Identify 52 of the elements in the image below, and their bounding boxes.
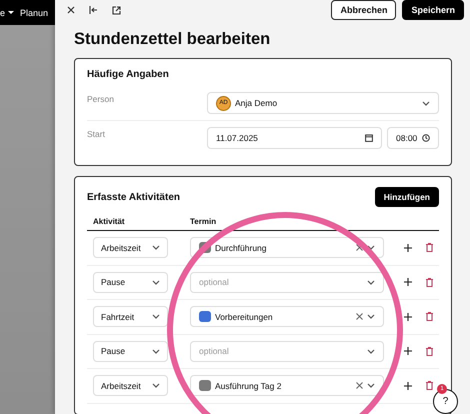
activity-select[interactable]: Pause [93,272,168,293]
chevron-icon [152,383,160,388]
field-label: Start [87,128,106,139]
appointment-select[interactable]: Ausführung Tag 2 [190,375,384,396]
chevron-icon [152,314,160,320]
trash-icon[interactable] [426,381,433,390]
activity-select[interactable]: Fahrtzeit [93,306,168,328]
nav-item[interactable]: Planun [20,8,48,18]
activity-select[interactable]: Arbeitszeit [93,375,168,396]
trash-icon[interactable] [426,312,433,322]
field-label: Person [87,93,115,104]
external-link-icon[interactable] [112,6,121,14]
chevron-icon [152,280,160,285]
plus-icon[interactable] [404,312,412,321]
column-header: Termin [190,217,216,226]
collapse-icon[interactable] [89,6,98,14]
clear-icon[interactable] [356,382,363,390]
clear-icon[interactable] [356,313,363,320]
trash-icon[interactable] [426,278,433,287]
column-header: Aktivität [93,217,126,226]
plus-icon[interactable] [404,382,412,390]
clear-icon[interactable] [356,244,363,252]
appointment-select[interactable]: Durchführung [190,237,384,258]
nav-item[interactable]: e [0,8,14,18]
add-button[interactable]: Hinzufügen [374,187,439,207]
section-heading: Häufige Angaben [87,69,170,80]
section-heading: Erfasste Aktivitäten [87,192,180,202]
time-field[interactable]: 08:00 [387,127,439,149]
cancel-button[interactable]: Abbrechen [331,0,396,20]
chevron-icon [367,280,375,285]
chevron-icon [422,100,430,106]
page-title: Stundenzettel bearbeiten [74,30,272,49]
chevron-icon [367,314,375,320]
activity-select[interactable]: Pause [93,340,168,362]
chevron-icon [367,348,375,354]
caret-icon [8,11,14,14]
calendar-icon [365,134,373,142]
plus-icon[interactable] [404,278,412,286]
trash-icon[interactable] [426,243,433,252]
chevron-icon [367,383,375,388]
date-field[interactable]: 11.07.2025 [207,127,382,149]
save-button[interactable]: Speichern [402,0,464,20]
plus-icon[interactable] [404,244,412,252]
appointment-select[interactable]: Vorbereitungen [190,306,384,328]
chevron-icon [367,245,375,250]
activity-select[interactable]: Arbeitszeit [93,237,168,258]
chevron-icon [152,245,160,250]
plus-icon[interactable] [404,347,412,356]
clock-icon [422,134,430,142]
close-icon[interactable] [67,6,75,14]
trash-icon[interactable] [426,346,433,356]
chevron-icon [152,348,160,354]
